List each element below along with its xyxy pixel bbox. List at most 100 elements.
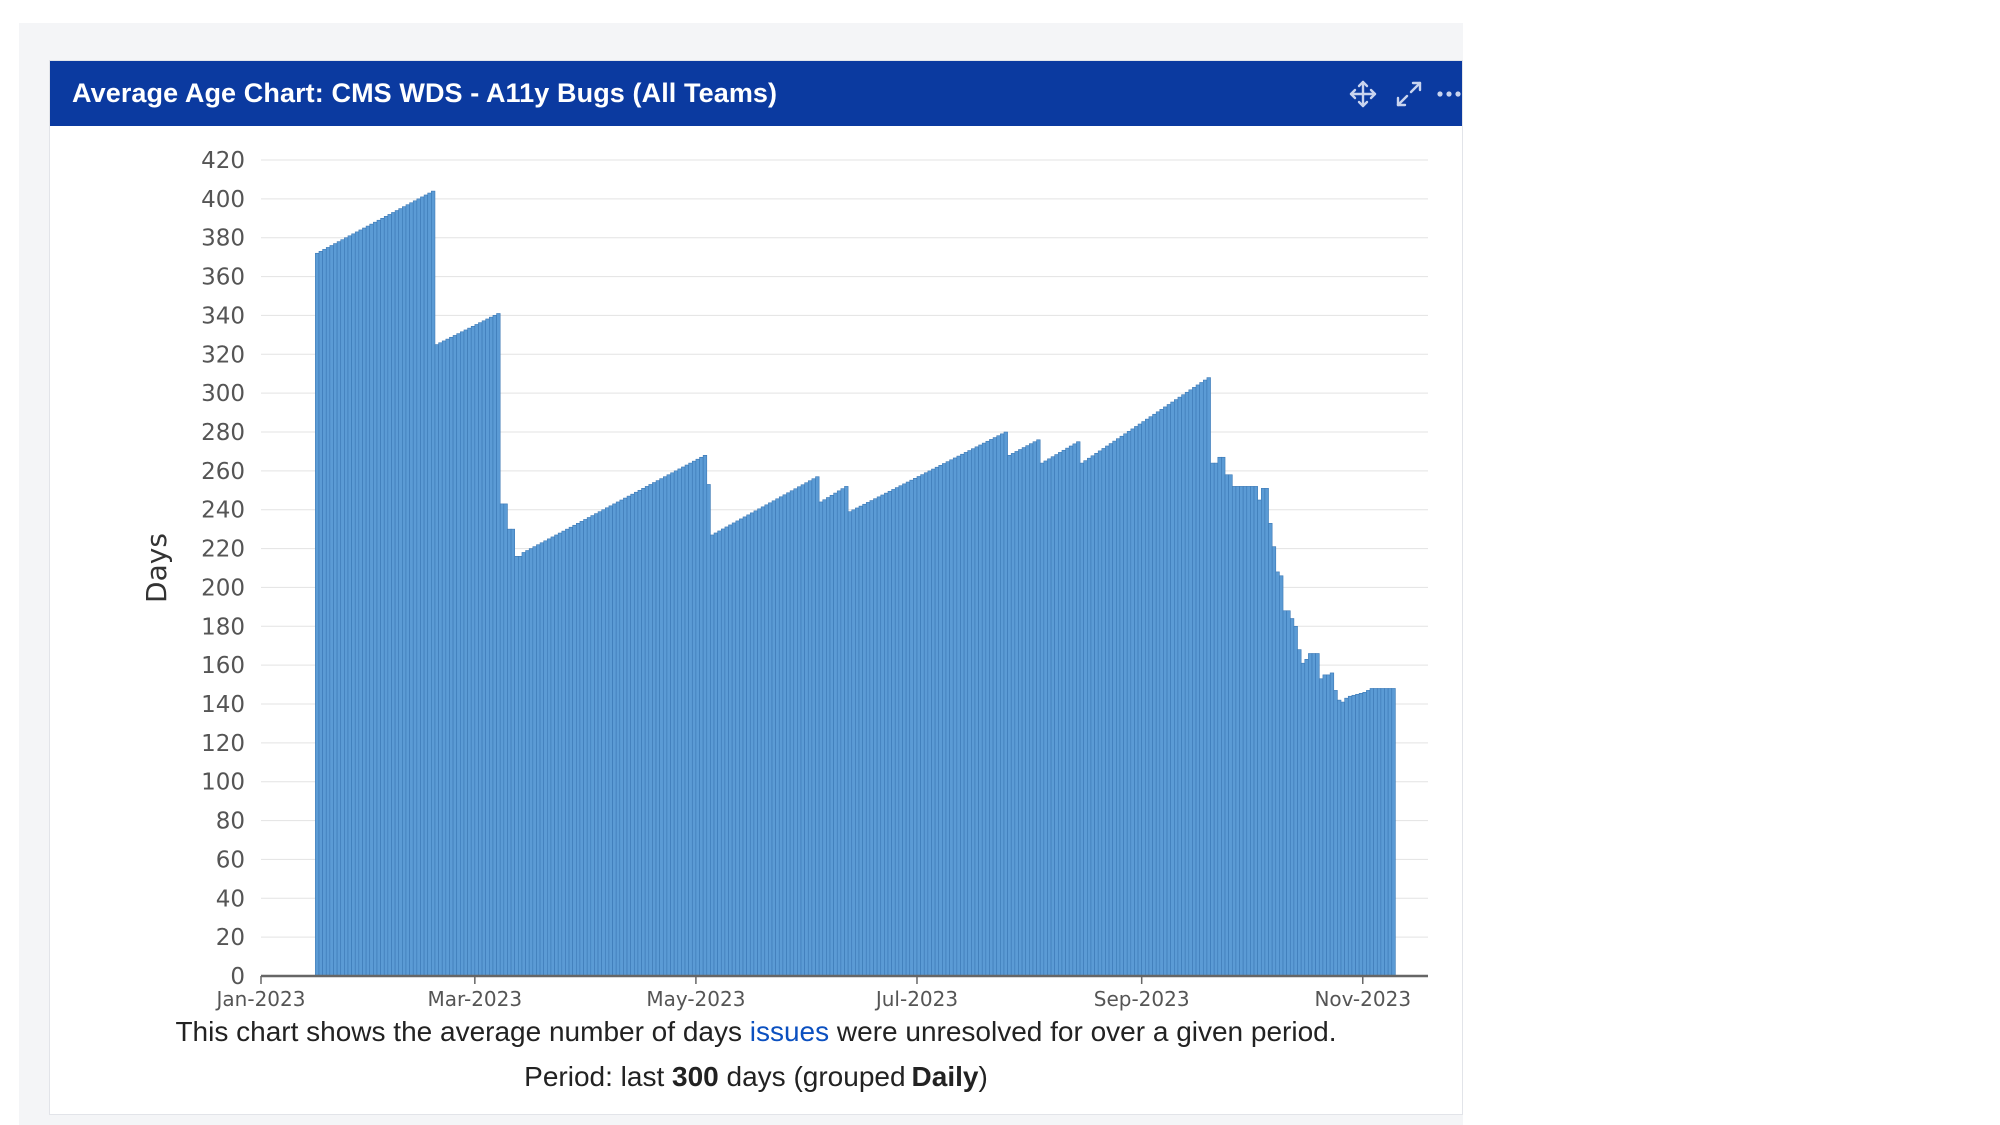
chart-bar <box>862 503 867 977</box>
chart-bar <box>938 465 943 977</box>
issues-link[interactable]: issues <box>750 1016 829 1047</box>
chart-bar <box>365 225 371 977</box>
chart-bar <box>1021 447 1027 977</box>
chart-bar <box>619 499 624 977</box>
chart-bar <box>340 239 345 977</box>
chart-bar <box>865 502 871 977</box>
chart-bar <box>445 338 450 977</box>
chart-bar <box>460 331 465 977</box>
chart-bar <box>568 526 573 977</box>
chart-bar <box>543 540 548 977</box>
chart-bar <box>518 556 523 977</box>
chart-bar <box>499 503 505 977</box>
chart-bar <box>358 229 363 977</box>
chart-bar <box>1293 625 1298 977</box>
chart-bar <box>742 516 747 977</box>
chart-bar <box>1289 618 1295 977</box>
chart-bar <box>1231 486 1237 977</box>
chart-bar <box>438 342 443 977</box>
chart-bar <box>974 446 979 977</box>
chart-bar <box>1257 499 1262 977</box>
chart-bar <box>684 464 689 977</box>
chart-bar <box>1213 462 1219 977</box>
chart-bar <box>565 528 570 977</box>
chart-bar <box>891 489 896 977</box>
y-tick-label: 200 <box>201 575 245 601</box>
chart-bar <box>623 497 628 977</box>
chart-bar <box>380 217 385 977</box>
chart-bar <box>402 206 407 977</box>
chart-bar <box>1206 377 1211 977</box>
chart-bar <box>1007 455 1012 977</box>
chart-bar <box>1387 688 1393 977</box>
chart-bar <box>815 476 820 977</box>
chart-bar <box>1166 404 1171 977</box>
chart-bar <box>547 538 552 977</box>
chart-bar <box>847 511 853 977</box>
chart-bar <box>470 325 476 977</box>
chart-bar <box>1282 610 1287 977</box>
chart-bar <box>1029 443 1034 977</box>
chart-bar <box>1210 462 1215 977</box>
chart-bar <box>652 482 657 977</box>
chart-bar <box>1090 455 1095 977</box>
chart-bar <box>1199 382 1204 977</box>
chart-bar <box>325 247 331 977</box>
chart-bar <box>989 439 994 977</box>
chart-bar <box>1369 688 1374 977</box>
chart-bar <box>1228 474 1233 977</box>
chart-bar <box>873 498 878 977</box>
chart-bar <box>503 503 508 977</box>
chart-bar <box>981 442 987 977</box>
chart-bar <box>463 329 468 977</box>
chart-bar <box>1337 699 1342 977</box>
y-tick-label: 160 <box>201 653 245 679</box>
chart-bar <box>1318 678 1324 977</box>
y-tick-label: 280 <box>201 420 245 446</box>
chart-bar <box>757 508 762 977</box>
chart-bar <box>478 322 483 977</box>
chart-bar <box>1246 486 1251 977</box>
chart-bar <box>576 523 581 977</box>
chart-bar <box>362 227 367 977</box>
chart-bar <box>1376 688 1382 977</box>
y-tick-label: 260 <box>201 459 245 485</box>
chart-bar <box>322 249 327 977</box>
chart-bar <box>793 488 798 977</box>
chart-bar <box>884 492 889 977</box>
y-tick-label: 120 <box>201 731 245 757</box>
chart-bar <box>797 486 802 977</box>
chart-bar <box>746 514 751 977</box>
chart-bar <box>514 556 519 977</box>
caption-text-after: were unresolved for over a given period. <box>836 1016 1337 1047</box>
chart-bar <box>967 450 972 977</box>
chart-bar <box>735 520 740 977</box>
chart-bar <box>749 512 755 977</box>
period-close-paren: ) <box>978 1061 988 1092</box>
y-tick-label: 320 <box>201 342 245 368</box>
chart-bar <box>1010 453 1016 977</box>
chart-bar <box>760 506 766 977</box>
chart-bar <box>496 313 501 977</box>
chart-bar <box>351 233 356 977</box>
chart-bar <box>1235 486 1240 977</box>
chart-bar <box>1315 653 1320 977</box>
chart-bar <box>717 530 722 977</box>
chart-bar <box>1344 697 1349 977</box>
y-tick-label: 80 <box>216 809 245 835</box>
chart-bar <box>536 544 541 977</box>
chart-bar <box>409 202 414 977</box>
chart-bar <box>1340 701 1345 977</box>
chart-bar <box>1181 394 1186 977</box>
chart-bar <box>804 482 809 977</box>
period-days-value: 300 <box>672 1061 719 1092</box>
y-tick-label: 140 <box>201 692 245 718</box>
chart-bar <box>1072 443 1077 977</box>
chart-bar <box>1141 421 1146 977</box>
chart-bar <box>916 476 921 977</box>
chart-bar <box>539 542 544 977</box>
chart-bar <box>811 478 816 977</box>
chart-bar <box>1036 439 1041 977</box>
chart-bar <box>724 526 729 977</box>
chart-bar <box>1260 488 1266 977</box>
